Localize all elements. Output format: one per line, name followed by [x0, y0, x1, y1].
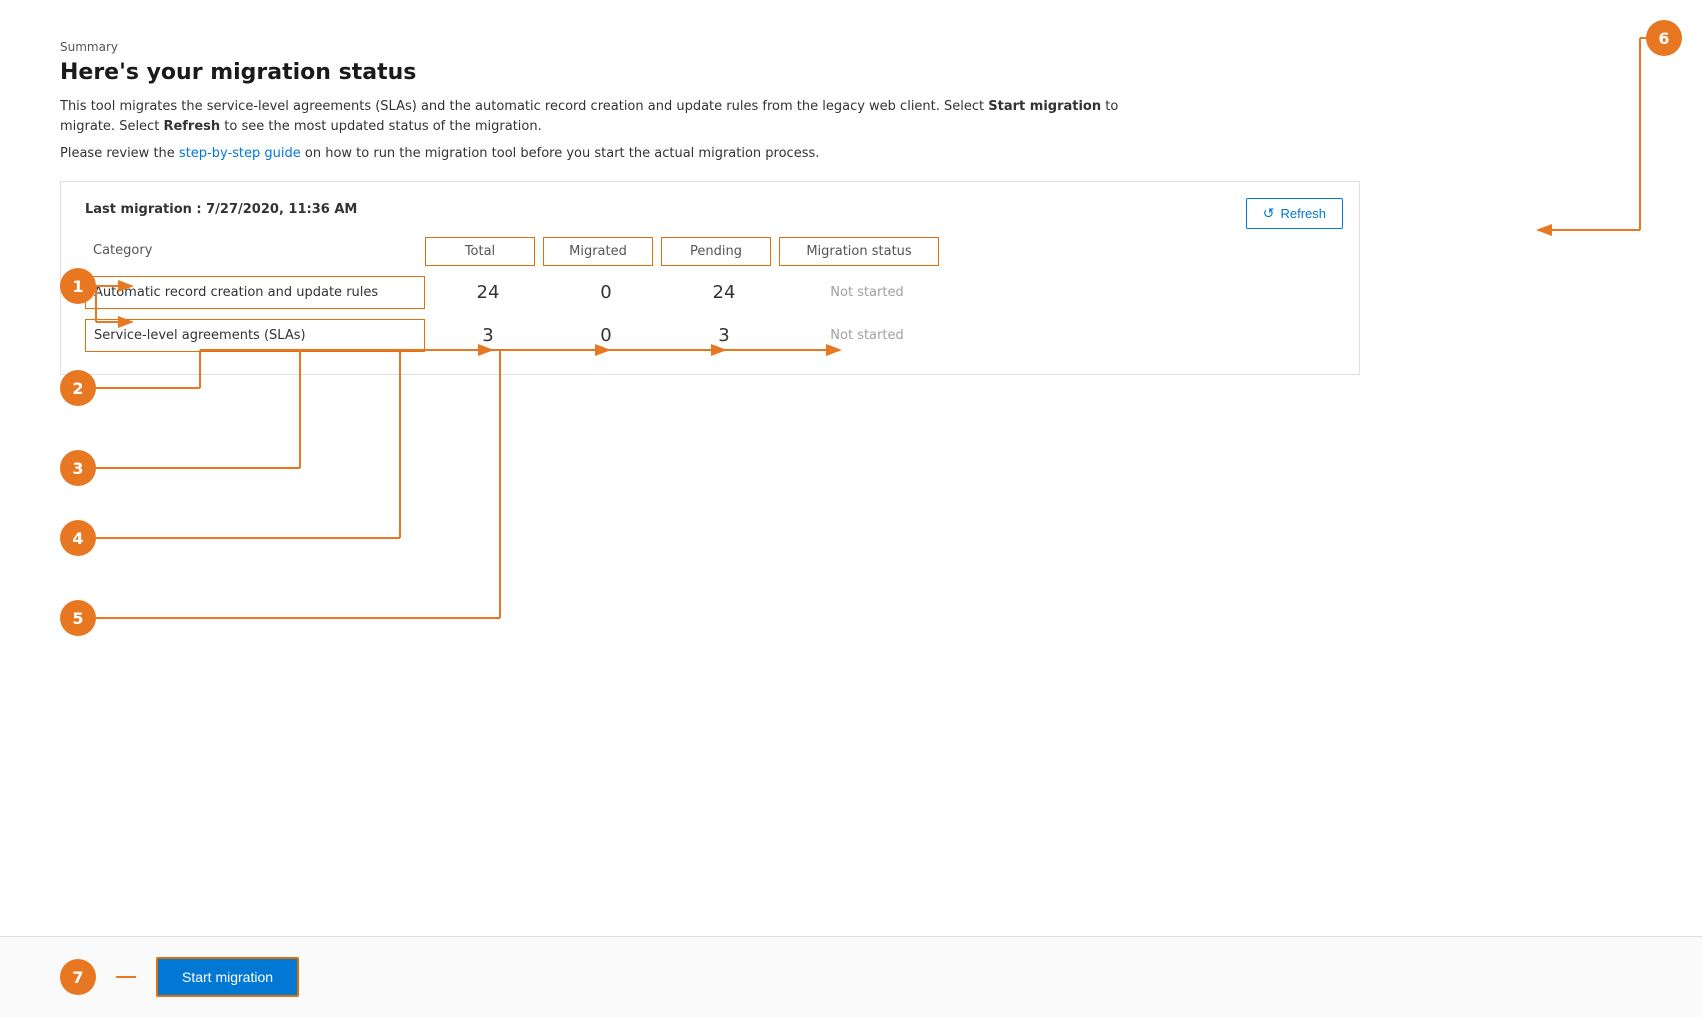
cell-migrated-1: 0 — [551, 274, 661, 311]
page-title: Here's your migration status — [60, 60, 1642, 85]
header-status: Migration status — [779, 237, 939, 266]
header-migrated: Migrated — [543, 237, 653, 266]
cell-pending-1: 24 — [669, 274, 779, 311]
cell-status-2: Not started — [787, 320, 947, 351]
cell-status-1: Not started — [787, 277, 947, 308]
table-headers: Category Total Migrated Pending Migratio… — [85, 237, 1335, 266]
cell-total-2: 3 — [433, 317, 543, 354]
cell-category-2: Service-level agreements (SLAs) — [85, 319, 425, 352]
annotation-2: 2 — [60, 370, 96, 406]
annotation-5: 5 — [60, 600, 96, 636]
header-total: Total — [425, 237, 535, 266]
table-row: Automatic record creation and update rul… — [85, 274, 1335, 311]
header-pending: Pending — [661, 237, 771, 266]
cell-category-1: Automatic record creation and update rul… — [85, 276, 425, 309]
refresh-icon: ↺ — [1263, 205, 1275, 222]
annotation-1: 1 — [60, 268, 96, 304]
table-row: Service-level agreements (SLAs) 3 0 3 No… — [85, 317, 1335, 354]
migration-panel: ↺ Refresh Last migration : 7/27/2020, 11… — [60, 181, 1360, 375]
header-category: Category — [85, 237, 425, 266]
table-rows: Automatic record creation and update rul… — [85, 274, 1335, 354]
guide-link[interactable]: step-by-step guide — [179, 146, 301, 161]
description-text: This tool migrates the service-level agr… — [60, 97, 1160, 136]
refresh-button[interactable]: ↺ Refresh — [1246, 198, 1343, 229]
guide-text: Please review the step-by-step guide on … — [60, 146, 1642, 161]
annotation-7: 7 — [60, 959, 96, 995]
annotation-4: 4 — [60, 520, 96, 556]
cell-pending-2: 3 — [669, 317, 779, 354]
bottom-bar: 7 Start migration — [0, 936, 1702, 1017]
cell-migrated-2: 0 — [551, 317, 661, 354]
start-migration-button[interactable]: Start migration — [156, 957, 299, 997]
last-migration-label: Last migration : 7/27/2020, 11:36 AM — [85, 202, 1335, 217]
annotation-3: 3 — [60, 450, 96, 486]
cell-total-1: 24 — [433, 274, 543, 311]
summary-label: Summary — [60, 40, 1642, 54]
annotation-6: 6 — [1646, 20, 1682, 56]
